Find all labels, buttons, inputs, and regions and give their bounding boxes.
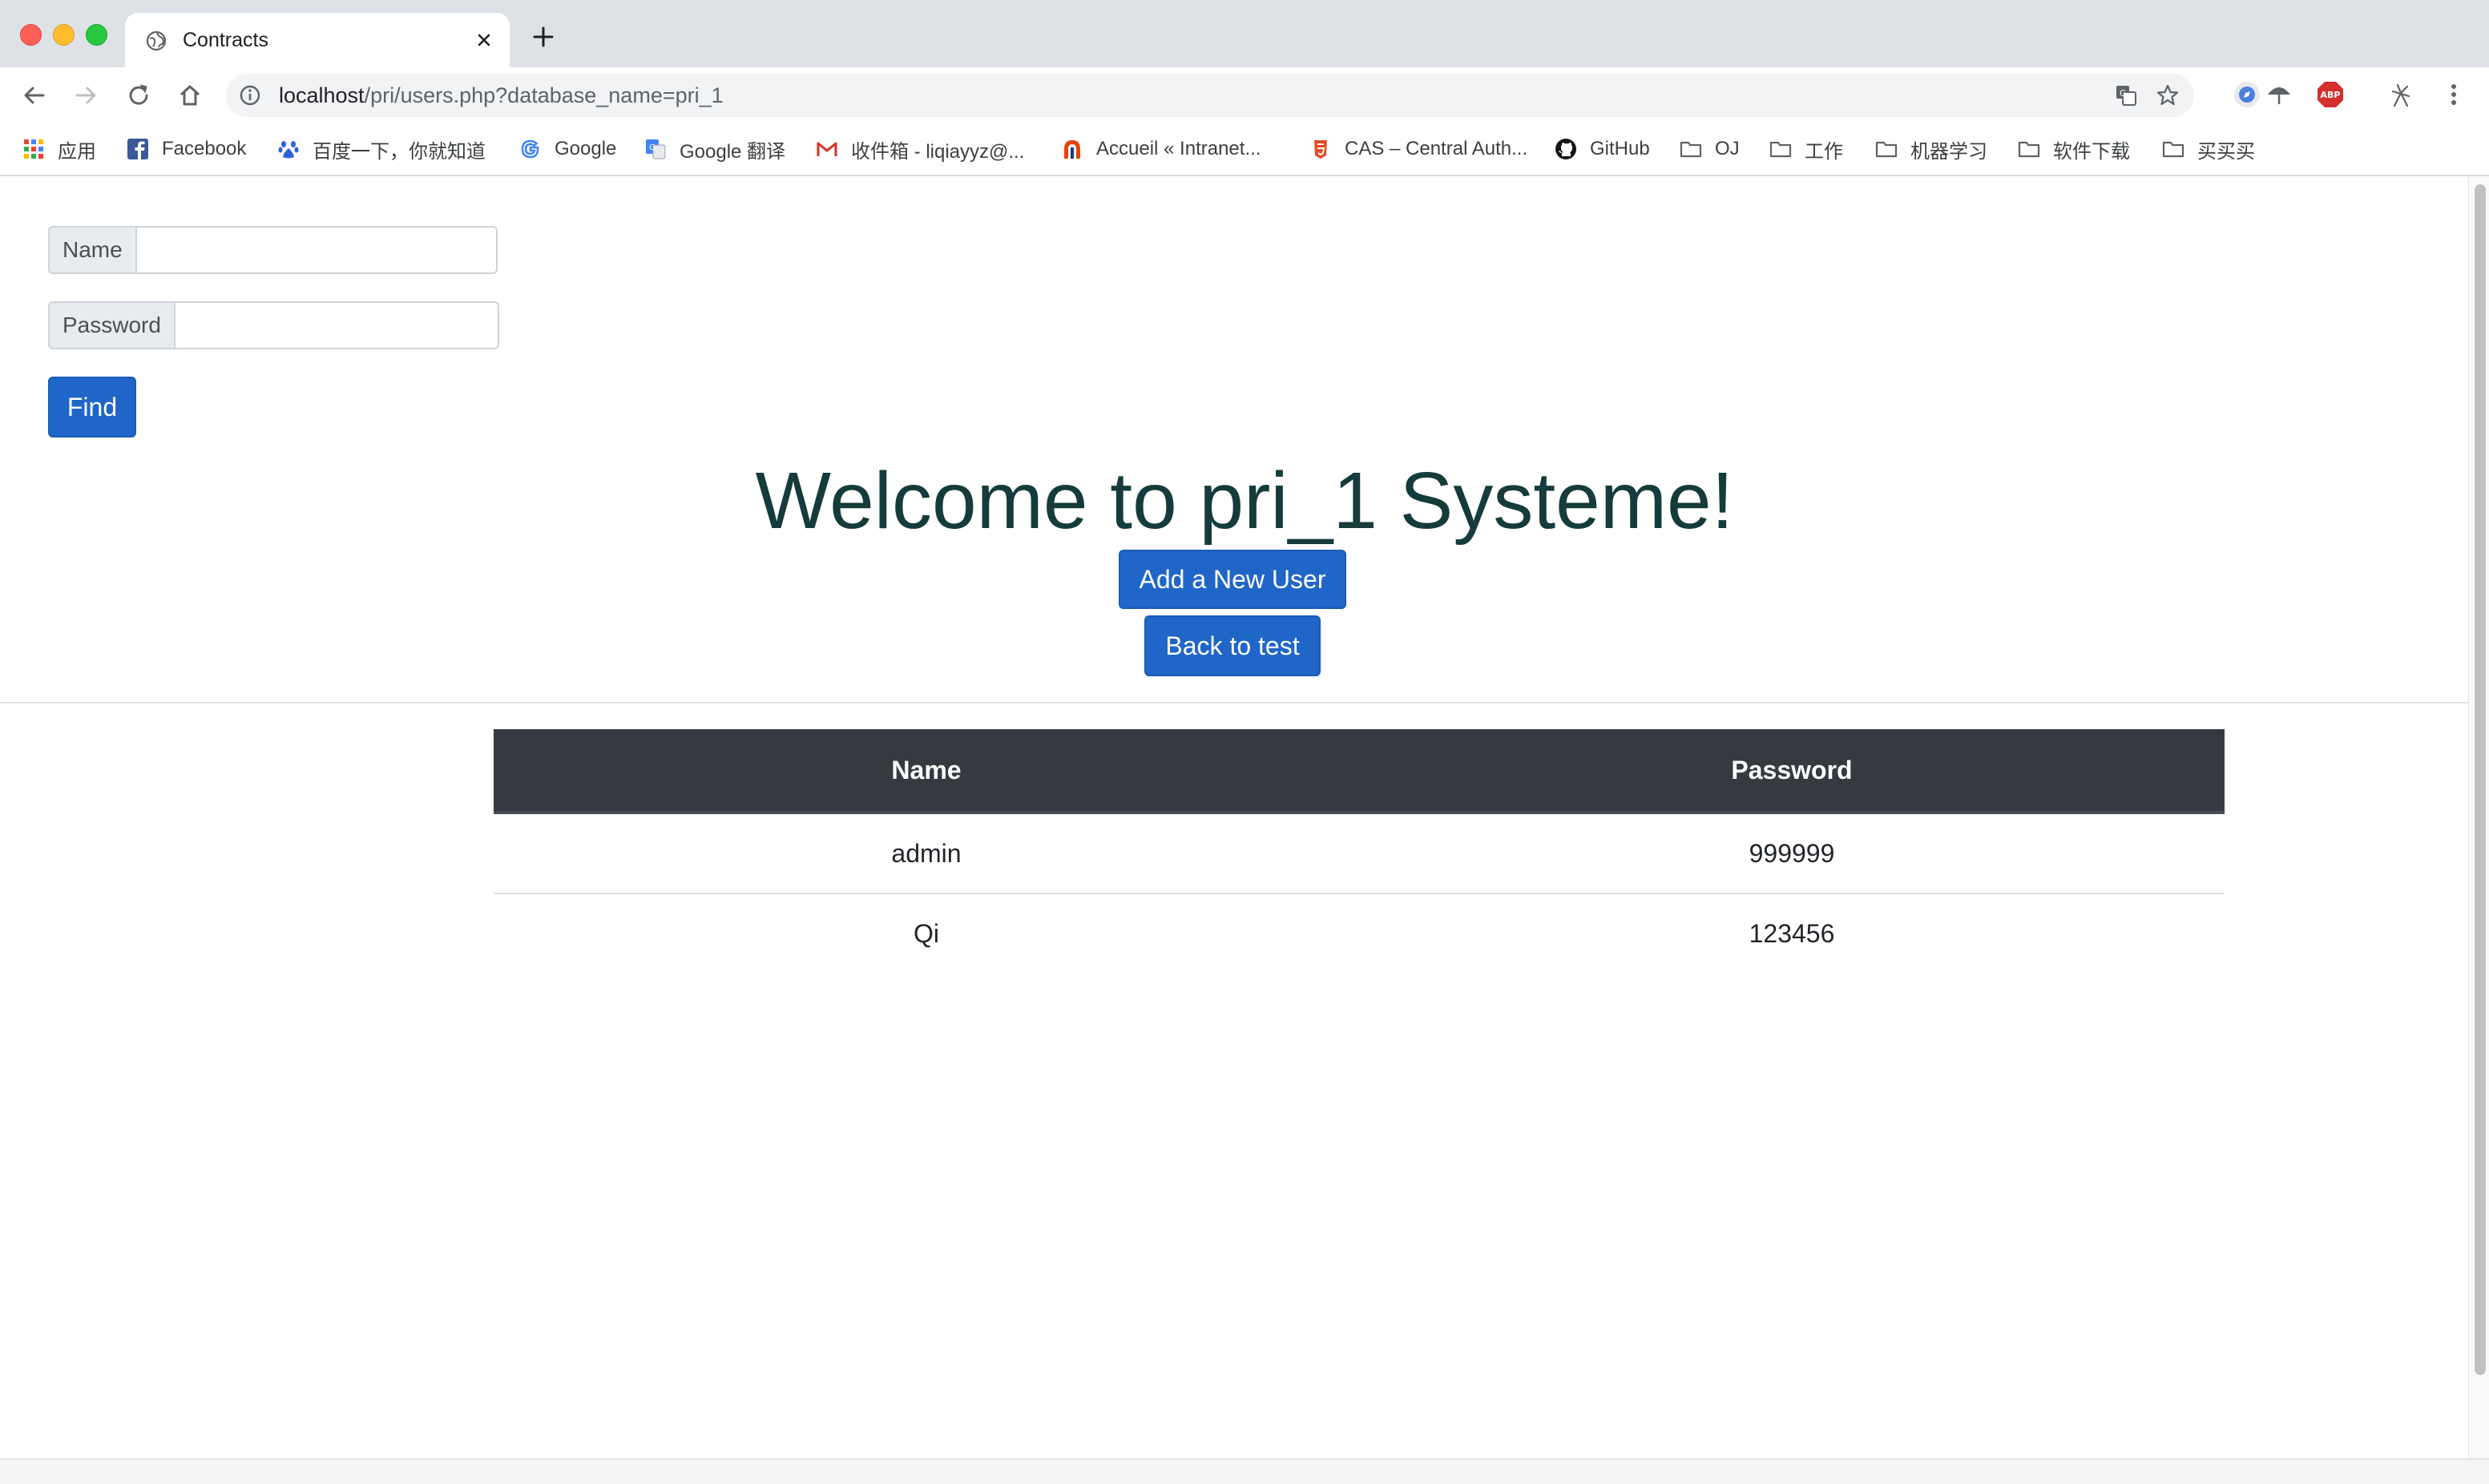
bookmark-label: Google bbox=[555, 138, 617, 159]
plus-icon[interactable] bbox=[530, 24, 556, 50]
bookmark-folder-work[interactable]: 工作 bbox=[1769, 133, 1843, 165]
password-input[interactable] bbox=[175, 301, 499, 349]
scrollbar-thumb[interactable] bbox=[2475, 184, 2486, 1375]
facebook-icon bbox=[127, 139, 148, 159]
bookmarks-bar: 应用 Facebook 百度一下，你就知道 Google G Google 翻译 bbox=[0, 123, 2489, 176]
add-new-user-button[interactable]: Add a New User bbox=[1119, 550, 1346, 609]
folder-icon bbox=[2162, 141, 2184, 158]
bookmark-label: 收件箱 - liqiayyz@... bbox=[851, 140, 1025, 163]
find-button[interactable]: Find bbox=[48, 377, 136, 438]
bookmark-folder-oj[interactable]: OJ bbox=[1680, 133, 1740, 165]
svg-text:G: G bbox=[2120, 88, 2127, 99]
intranet-icon bbox=[1064, 140, 1080, 159]
bookmark-label: 工作 bbox=[1805, 140, 1843, 163]
browser-tab-bar: Contracts bbox=[0, 0, 2489, 67]
bookmark-label: Google 翻译 bbox=[680, 140, 786, 163]
name-input-group: Name bbox=[48, 226, 498, 274]
close-window-button[interactable] bbox=[20, 24, 42, 46]
more-vertical-icon[interactable] bbox=[2439, 80, 2468, 109]
table-header-row: Name Password bbox=[494, 729, 2225, 814]
info-icon[interactable] bbox=[239, 84, 261, 107]
bookmark-google-translate[interactable]: G Google 翻译 bbox=[644, 133, 785, 165]
google-translate-icon: G bbox=[646, 139, 666, 159]
adblock-plus-icon[interactable]: ABP bbox=[2316, 80, 2345, 109]
bookmark-label: OJ bbox=[1715, 138, 1740, 159]
page-title: Welcome to pri_1 Systeme! bbox=[755, 456, 1734, 546]
bookmark-facebook[interactable]: Facebook bbox=[127, 133, 246, 165]
bookmark-label: CAS – Central Auth... bbox=[1345, 138, 1528, 159]
cell-password: 999999 bbox=[1749, 838, 1835, 868]
bookmark-intranet[interactable]: Accueil « Intranet... bbox=[1061, 133, 1261, 165]
bookmark-label: 百度一下，你就知道 bbox=[313, 140, 486, 163]
apps-grid-icon bbox=[24, 139, 43, 159]
extension-umbrella-icon[interactable] bbox=[2265, 80, 2293, 109]
close-icon[interactable] bbox=[473, 29, 495, 51]
column-header-name: Name bbox=[494, 729, 1359, 814]
bookmark-github[interactable]: GitHub bbox=[1555, 133, 1650, 165]
bookmark-label: GitHub bbox=[1590, 138, 1650, 159]
bookmark-label: 机器学习 bbox=[1910, 140, 1987, 163]
home-icon[interactable] bbox=[176, 82, 204, 109]
forward-arrow-icon[interactable] bbox=[72, 82, 99, 109]
baidu-paw-icon bbox=[278, 141, 299, 159]
cell-name: Qi bbox=[494, 893, 1359, 973]
bookmark-label: Facebook bbox=[162, 138, 247, 159]
folder-icon bbox=[1875, 141, 1898, 158]
browser-toolbar: localhost/pri/users.php?database_name=pr… bbox=[0, 67, 2489, 123]
tab-title: Contracts bbox=[183, 29, 268, 51]
cas-shield-icon bbox=[1314, 140, 1327, 159]
bookmark-baidu[interactable]: 百度一下，你就知道 bbox=[277, 133, 486, 165]
translate-icon[interactable]: G bbox=[2114, 83, 2138, 107]
bookmark-gmail[interactable]: 收件箱 - liqiayyz@... bbox=[816, 133, 1024, 165]
bookmark-label: 软件下载 bbox=[2053, 140, 2130, 163]
url-path: /pri/users.php?database_name=pri_1 bbox=[364, 83, 724, 107]
bookmark-label: 应用 bbox=[58, 140, 96, 163]
divider bbox=[0, 702, 2468, 704]
cell-password: 123456 bbox=[1359, 893, 2225, 973]
maximize-window-button[interactable] bbox=[86, 24, 107, 46]
name-input[interactable] bbox=[136, 226, 498, 274]
table-row: Qi 123456 bbox=[494, 893, 2225, 973]
address-bar[interactable]: localhost/pri/users.php?database_name=pr… bbox=[226, 74, 2194, 117]
url-text: localhost/pri/users.php?database_name=pr… bbox=[279, 83, 724, 108]
horizontal-scrollbar[interactable] bbox=[0, 1458, 2489, 1484]
back-arrow-icon[interactable] bbox=[21, 82, 48, 109]
folder-icon bbox=[1769, 141, 1792, 158]
bookmark-folder-software[interactable]: 软件下载 bbox=[2018, 133, 2130, 165]
folder-icon bbox=[1680, 141, 1702, 158]
url-host: localhost bbox=[279, 83, 365, 107]
bookmark-cas[interactable]: CAS – Central Auth... bbox=[1309, 133, 1527, 165]
minimize-window-button[interactable] bbox=[53, 24, 75, 46]
bookmark-label: 买买买 bbox=[2197, 140, 2255, 163]
vertical-scrollbar[interactable] bbox=[2468, 176, 2489, 1458]
bookmark-label: Accueil « Intranet... bbox=[1096, 138, 1261, 159]
bookmark-apps[interactable]: 应用 bbox=[22, 133, 96, 165]
svg-text:ABP: ABP bbox=[2321, 90, 2341, 100]
password-input-group: Password bbox=[48, 301, 499, 349]
browser-tab-active[interactable]: Contracts bbox=[125, 13, 510, 67]
users-table: Name Password admin 999999 Qi 123456 bbox=[494, 729, 2225, 973]
bookmark-google[interactable]: Google bbox=[519, 133, 616, 165]
globe-icon bbox=[146, 30, 167, 51]
folder-icon bbox=[2018, 141, 2040, 158]
page-content: Name Password Find Welcome to pri_1 Syst… bbox=[0, 176, 2489, 1482]
reload-icon[interactable] bbox=[125, 82, 152, 109]
svg-text:G: G bbox=[649, 143, 656, 152]
bookmark-folder-ml[interactable]: 机器学习 bbox=[1875, 133, 1987, 165]
star-icon[interactable] bbox=[2156, 83, 2180, 107]
name-label: Name bbox=[48, 226, 137, 274]
column-header-password: Password bbox=[1359, 729, 2225, 814]
google-icon bbox=[521, 139, 539, 159]
extension-compass-icon[interactable] bbox=[2233, 80, 2261, 109]
cell-name: admin bbox=[891, 838, 962, 868]
back-to-test-button[interactable]: Back to test bbox=[1144, 615, 1321, 676]
bookmark-folder-shopping[interactable]: 买买买 bbox=[2162, 133, 2255, 165]
password-label: Password bbox=[48, 301, 175, 349]
gmail-icon bbox=[817, 142, 837, 156]
extension-figure-icon[interactable] bbox=[2386, 80, 2415, 109]
github-icon bbox=[1555, 139, 1576, 159]
table-row: admin 999999 bbox=[494, 813, 2225, 893]
